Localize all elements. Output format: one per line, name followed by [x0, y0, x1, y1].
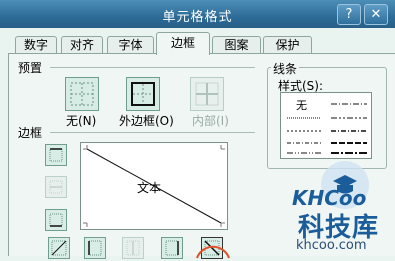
preset-none-button[interactable] [65, 77, 99, 111]
preset-outline-icon [131, 82, 155, 106]
preset-none-icon [70, 82, 94, 106]
tab-bar: 数字 对齐 字体 边框 图案 保护 [0, 28, 395, 55]
preset-outline-label: 外边框(O) [119, 114, 174, 128]
border-right-button[interactable] [161, 237, 183, 259]
border-left-icon [88, 240, 102, 256]
border-diag-up-button[interactable] [48, 237, 70, 259]
border-bottom-button[interactable] [45, 209, 67, 231]
tab-alignment[interactable]: 对齐 [61, 36, 103, 54]
highlight-circle [196, 245, 230, 259]
preset-outline-button[interactable] [126, 77, 160, 111]
preset-none-label: 无(N) [66, 114, 97, 128]
tab-font[interactable]: 字体 [107, 36, 154, 54]
watermark-url: khcoo.com [296, 238, 367, 253]
border-left-button[interactable] [84, 237, 106, 259]
border-bottom-icon [49, 213, 63, 227]
close-icon: ✕ [370, 7, 382, 22]
tab-protection[interactable]: 保护 [263, 36, 312, 54]
border-center-button[interactable] [122, 237, 144, 259]
line-style-samples [287, 103, 367, 154]
tab-pattern[interactable]: 图案 [212, 36, 261, 54]
diag-up-icon [51, 240, 67, 256]
border-middle-button[interactable] [45, 176, 67, 198]
line-title: 线条 [271, 60, 300, 77]
border-top-icon [49, 148, 63, 162]
tab-number[interactable]: 数字 [15, 36, 57, 54]
preview-text: 文本 [137, 181, 162, 195]
preset-inside-button[interactable] [190, 77, 224, 111]
preset-inside-label: 内部(I) [192, 114, 229, 128]
window-title: 单元格格式 [162, 10, 233, 25]
title-bar: 单元格格式 ? ✕ [0, 0, 395, 28]
border-top-button[interactable] [45, 144, 67, 166]
help-button[interactable]: ? [337, 4, 361, 25]
presets-title: 预置 [18, 61, 43, 75]
border-middle-icon [49, 180, 63, 194]
border-divider [50, 132, 255, 133]
border-center-icon [126, 240, 140, 256]
presets-divider [50, 67, 255, 68]
line-style-list[interactable]: 无 [280, 92, 372, 159]
border-preview[interactable]: 文本 [80, 142, 228, 230]
border-right-icon [165, 240, 179, 256]
help-icon: ? [345, 7, 353, 22]
preset-inside-icon [195, 82, 219, 106]
close-button[interactable]: ✕ [364, 4, 388, 25]
tab-border[interactable]: 边框 [156, 32, 210, 55]
border-title: 边框 [18, 126, 43, 140]
